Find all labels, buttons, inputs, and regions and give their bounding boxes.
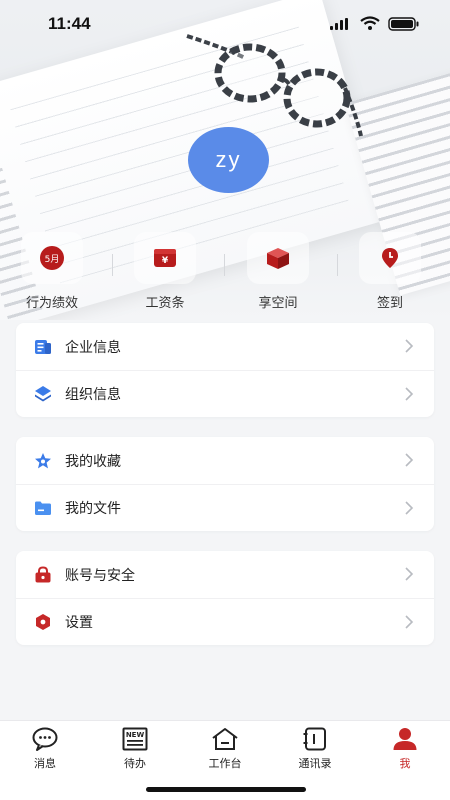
menu-item-org-info[interactable]: 组织信息 xyxy=(16,370,434,417)
person-icon xyxy=(393,728,417,750)
menu-item-label: 我的收藏 xyxy=(65,452,121,469)
tab-contacts[interactable]: 通讯录 xyxy=(270,727,360,771)
lock-icon xyxy=(35,565,51,582)
tab-me[interactable]: 我 xyxy=(360,727,450,771)
home-icon xyxy=(212,728,238,750)
tab-todo[interactable]: NEW 待办 xyxy=(90,727,180,771)
building-info-icon xyxy=(35,339,51,354)
divider xyxy=(112,254,113,276)
menu-item-settings[interactable]: 设置 xyxy=(16,598,434,645)
box-icon xyxy=(267,248,289,269)
gear-icon xyxy=(36,614,50,630)
quick-action-label: 享空间 xyxy=(258,295,298,310)
layers-icon xyxy=(35,386,51,402)
todo-news-icon: NEW xyxy=(122,727,148,751)
divider xyxy=(337,254,338,276)
clock-pin-icon xyxy=(382,248,398,268)
cellular-signal-icon xyxy=(330,18,348,30)
chat-bubble-icon xyxy=(32,727,58,751)
quick-action-label: 签到 xyxy=(376,295,403,310)
status-bar: 11:44 xyxy=(0,0,450,48)
menu-item-favorites[interactable]: 我的收藏 xyxy=(16,437,434,484)
chevron-right-icon xyxy=(405,567,414,581)
tab-workbench[interactable]: 工作台 xyxy=(180,727,270,771)
divider xyxy=(224,254,225,276)
menu-item-my-files[interactable]: 我的文件 xyxy=(16,484,434,531)
svg-text:NEW: NEW xyxy=(126,731,145,739)
menu-card-personal: 我的收藏 我的文件 xyxy=(16,437,434,531)
svg-text:¥: ¥ xyxy=(162,256,169,266)
quick-actions: 5月 行为绩效 ¥ 工资条 享空间 签到 xyxy=(0,232,450,312)
chevron-right-icon xyxy=(405,387,414,401)
folder-icon xyxy=(35,501,51,515)
tab-label: 待办 xyxy=(124,758,146,770)
menu-item-company-info[interactable]: 企业信息 xyxy=(16,323,434,370)
quick-action-payslip[interactable]: ¥ 工资条 xyxy=(115,232,215,311)
wallet-icon: ¥ xyxy=(154,249,176,267)
chevron-right-icon xyxy=(405,339,414,353)
chevron-right-icon xyxy=(405,453,414,467)
tab-label: 工作台 xyxy=(208,758,242,770)
quick-action-performance[interactable]: 5月 行为绩效 xyxy=(2,232,102,311)
quick-action-label: 工资条 xyxy=(145,295,185,310)
star-icon xyxy=(35,452,51,468)
wifi-icon xyxy=(360,16,380,30)
menu-item-label: 组织信息 xyxy=(65,386,121,402)
tab-label: 通讯录 xyxy=(298,758,332,770)
menu-item-label: 我的文件 xyxy=(65,500,121,516)
chevron-right-icon xyxy=(405,501,414,515)
home-indicator xyxy=(146,787,306,792)
avatar[interactable]: zy xyxy=(188,127,269,193)
chevron-right-icon xyxy=(405,615,414,629)
tab-label: 消息 xyxy=(34,758,56,770)
menu-item-label: 企业信息 xyxy=(65,338,121,355)
menu-card-company: 企业信息 组织信息 xyxy=(16,323,434,417)
menu-item-account-security[interactable]: 账号与安全 xyxy=(16,551,434,598)
quick-action-label: 行为绩效 xyxy=(25,295,78,310)
tab-label: 我 xyxy=(399,758,411,770)
contacts-icon xyxy=(303,727,326,751)
menu-item-label: 账号与安全 xyxy=(65,566,135,583)
tab-messages[interactable]: 消息 xyxy=(0,727,90,771)
svg-text:5月: 5月 xyxy=(45,254,60,265)
calendar-badge-icon: 5月 xyxy=(40,246,64,270)
menu-card-account: 账号与安全 设置 xyxy=(16,551,434,645)
quick-action-share-space[interactable]: 享空间 xyxy=(228,232,328,311)
battery-icon xyxy=(388,17,419,31)
menu-item-label: 设置 xyxy=(65,614,93,630)
quick-action-checkin[interactable]: 签到 xyxy=(340,232,440,311)
status-time: 11:44 xyxy=(48,14,91,33)
